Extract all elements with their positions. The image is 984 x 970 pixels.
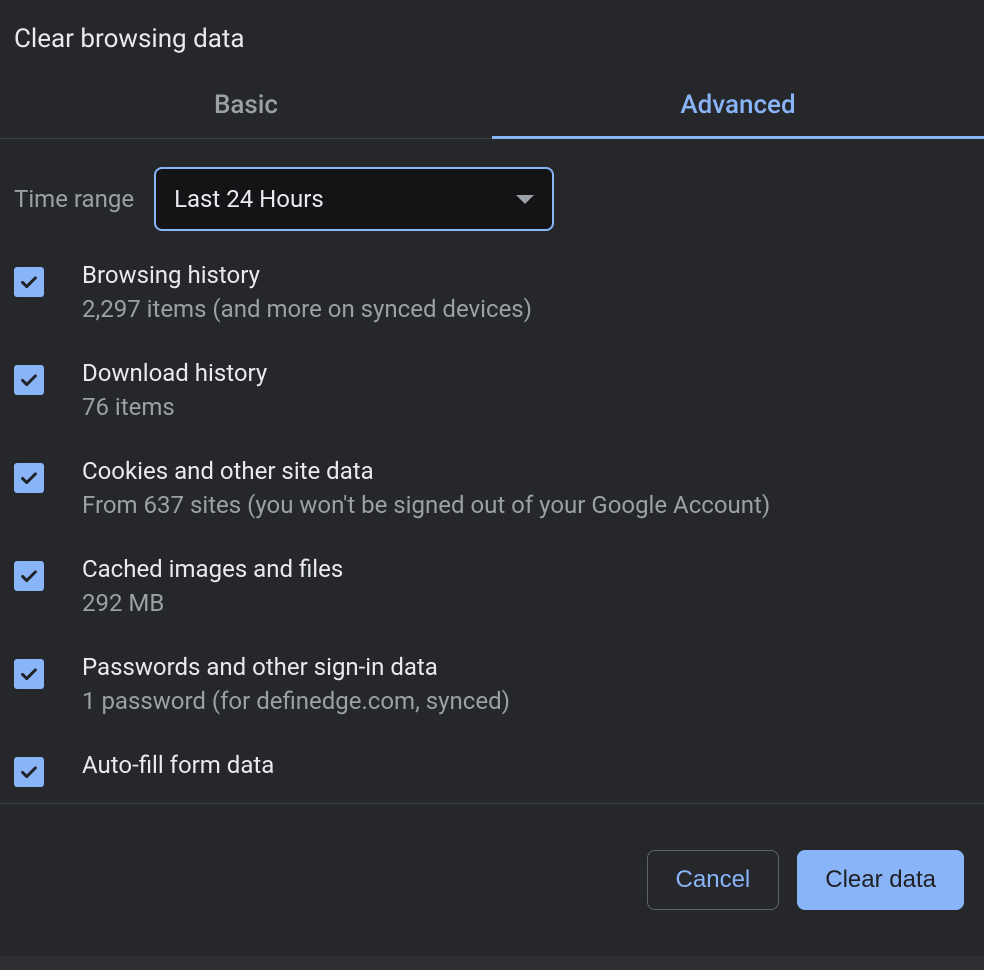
list-item: Passwords and other sign-in data 1 passw… xyxy=(0,635,984,733)
item-desc: 76 items xyxy=(82,393,267,421)
dialog-title: Clear browsing data xyxy=(0,0,984,72)
dialog-footer: Cancel Clear data xyxy=(0,804,984,956)
check-icon xyxy=(18,663,40,685)
tab-basic[interactable]: Basic xyxy=(0,72,492,138)
checkbox-browsing-history[interactable] xyxy=(14,267,44,297)
item-text: Browsing history 2,297 items (and more o… xyxy=(82,261,532,323)
check-icon xyxy=(18,565,40,587)
item-text: Cookies and other site data From 637 sit… xyxy=(82,457,770,519)
time-range-select[interactable]: Last 24 Hours xyxy=(154,167,554,231)
checkbox-cached[interactable] xyxy=(14,561,44,591)
caret-down-icon xyxy=(516,195,534,204)
check-icon xyxy=(18,271,40,293)
list-item: Download history 76 items xyxy=(0,341,984,439)
time-range-row: Time range Last 24 Hours xyxy=(0,139,984,243)
item-desc: 2,297 items (and more on synced devices) xyxy=(82,295,532,323)
list-item: Cookies and other site data From 637 sit… xyxy=(0,439,984,537)
item-label: Download history xyxy=(82,359,267,387)
list-item: Auto-fill form data xyxy=(0,733,984,804)
item-desc: 292 MB xyxy=(82,589,343,617)
tab-advanced[interactable]: Advanced xyxy=(492,72,984,138)
item-label: Browsing history xyxy=(82,261,532,289)
list-item: Cached images and files 292 MB xyxy=(0,537,984,635)
item-text: Auto-fill form data xyxy=(82,751,274,785)
check-icon xyxy=(18,369,40,391)
cancel-button[interactable]: Cancel xyxy=(647,850,780,910)
item-label: Passwords and other sign-in data xyxy=(82,653,510,681)
check-icon xyxy=(18,761,40,783)
time-range-label: Time range xyxy=(14,185,134,213)
items-list: Browsing history 2,297 items (and more o… xyxy=(0,243,984,804)
checkbox-passwords[interactable] xyxy=(14,659,44,689)
item-text: Cached images and files 292 MB xyxy=(82,555,343,617)
item-desc: 1 password (for definedge.com, synced) xyxy=(82,687,510,715)
check-icon xyxy=(18,467,40,489)
clear-browsing-data-dialog: Clear browsing data Basic Advanced Time … xyxy=(0,0,984,970)
checkbox-autofill[interactable] xyxy=(14,757,44,787)
item-label: Cached images and files xyxy=(82,555,343,583)
item-desc: From 637 sites (you won't be signed out … xyxy=(82,491,770,519)
item-label: Auto-fill form data xyxy=(82,751,274,779)
time-range-selected: Last 24 Hours xyxy=(174,185,324,213)
checkbox-cookies[interactable] xyxy=(14,463,44,493)
tabs: Basic Advanced xyxy=(0,72,984,139)
item-label: Cookies and other site data xyxy=(82,457,770,485)
item-text: Download history 76 items xyxy=(82,359,267,421)
list-item: Browsing history 2,297 items (and more o… xyxy=(0,243,984,341)
clear-data-button[interactable]: Clear data xyxy=(797,850,964,910)
item-text: Passwords and other sign-in data 1 passw… xyxy=(82,653,510,715)
bottom-strip xyxy=(0,956,984,970)
checkbox-download-history[interactable] xyxy=(14,365,44,395)
